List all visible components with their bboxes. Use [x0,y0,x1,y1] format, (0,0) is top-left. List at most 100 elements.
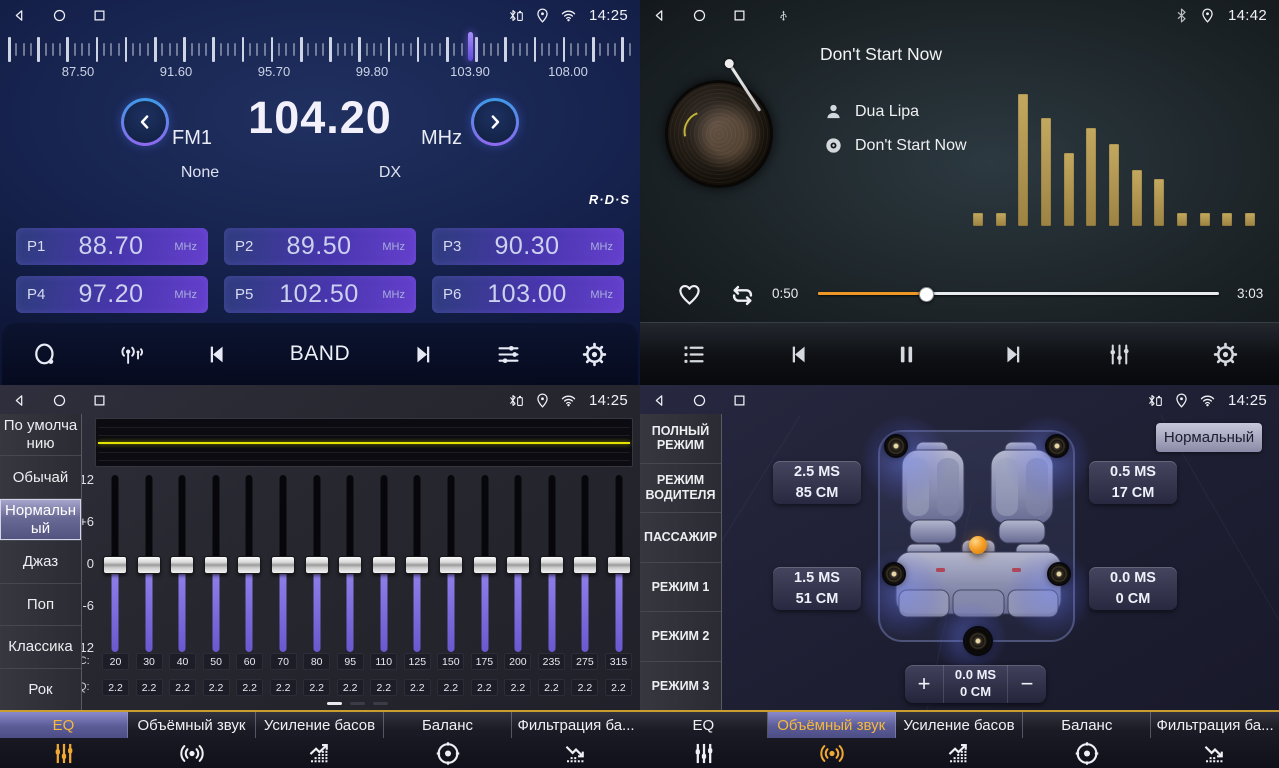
recents-icon[interactable] [92,393,107,408]
q-value-box[interactable]: 2.2 [236,679,263,696]
audio-tab[interactable]: EQ [0,712,128,768]
frequency-ruler[interactable] [8,36,632,63]
q-value-box[interactable]: 2.2 [136,679,163,696]
delay-rear-left-button[interactable]: 1.5 MS 51 CM [773,567,861,610]
scan-icon[interactable] [32,341,59,368]
eq-band-slider[interactable] [505,475,531,652]
progress-bar[interactable] [818,292,1219,295]
fc-value-box[interactable]: 125 [404,653,431,670]
q-value-box[interactable]: 2.2 [337,679,364,696]
fc-value-box[interactable]: 110 [370,653,397,670]
eq-band-slider[interactable] [136,475,162,652]
fc-value-box[interactable]: 60 [236,653,263,670]
slider-knob[interactable] [237,556,261,574]
q-value-box[interactable]: 2.2 [203,679,230,696]
sound-profile-button[interactable]: Нормальный [1156,423,1262,452]
slider-knob[interactable] [540,556,564,574]
fc-value-box[interactable]: 315 [605,653,632,670]
listening-mode-item[interactable]: ПОЛНЫЙ РЕЖИМ [640,414,721,464]
slider-knob[interactable] [372,556,396,574]
slider-knob[interactable] [170,556,194,574]
progress-knob[interactable] [919,287,934,302]
recents-icon[interactable] [732,393,747,408]
audio-tab[interactable]: Баланс [1023,712,1151,768]
audio-tab[interactable]: Баланс [384,712,512,768]
slider-knob[interactable] [305,556,329,574]
eq-preset-item[interactable]: Джаз [0,541,81,583]
pause-icon[interactable] [893,341,920,368]
eq-band-slider[interactable] [606,475,632,652]
slider-knob[interactable] [506,556,530,574]
audio-tab[interactable]: Фильтрация ба... [512,712,640,768]
preset-button[interactable]: P289.50MHz [224,228,416,265]
delay-front-left-button[interactable]: 2.5 MS 85 CM [773,461,861,504]
next-icon[interactable] [999,341,1026,368]
playlist-icon[interactable] [680,341,707,368]
preset-button[interactable]: P6103.00MHz [432,276,624,313]
q-value-box[interactable]: 2.2 [504,679,531,696]
eq-band-slider[interactable] [102,475,128,652]
delay-rear-right-button[interactable]: 0.0 MS 0 CM [1089,567,1177,610]
equalizer-icon[interactable] [1106,341,1133,368]
fc-value-box[interactable]: 150 [437,653,464,670]
home-icon[interactable] [52,8,67,23]
increase-delay-button[interactable]: + [905,665,943,703]
fc-value-box[interactable]: 95 [337,653,364,670]
listening-mode-item[interactable]: РЕЖИМ ВОДИТЕЛЯ [640,464,721,514]
home-icon[interactable] [52,393,67,408]
q-value-box[interactable]: 2.2 [303,679,330,696]
preset-button[interactable]: P497.20MHz [16,276,208,313]
back-icon[interactable] [652,8,667,23]
q-value-box[interactable]: 2.2 [370,679,397,696]
slider-knob[interactable] [405,556,429,574]
home-icon[interactable] [692,393,707,408]
recents-icon[interactable] [732,8,747,23]
q-value-box[interactable]: 2.2 [102,679,129,696]
decrease-delay-button[interactable]: − [1008,665,1046,703]
settings-gear-icon[interactable] [1212,341,1239,368]
previous-icon[interactable] [786,341,813,368]
back-icon[interactable] [12,8,27,23]
album-art-disc[interactable] [665,80,773,188]
audio-tab[interactable]: Объёмный звук [128,712,256,768]
listening-mode-item[interactable]: ПАССАЖИР [640,513,721,563]
fc-value-box[interactable]: 50 [203,653,230,670]
listening-mode-item[interactable]: РЕЖИМ 2 [640,612,721,662]
q-value-box[interactable]: 2.2 [169,679,196,696]
fc-value-box[interactable]: 235 [538,653,565,670]
delay-front-right-button[interactable]: 0.5 MS 17 CM [1089,461,1177,504]
fc-value-box[interactable]: 40 [169,653,196,670]
band-button[interactable]: BAND [290,342,350,366]
eq-band-slider[interactable] [572,475,598,652]
eq-preset-item[interactable]: По умолчанию [0,414,81,456]
eq-preset-item[interactable]: Классика [0,626,81,668]
listening-mode-item[interactable]: РЕЖИМ 1 [640,563,721,613]
q-value-box[interactable]: 2.2 [437,679,464,696]
eq-band-slider[interactable] [236,475,262,652]
recents-icon[interactable] [92,8,107,23]
q-value-box[interactable]: 2.2 [538,679,565,696]
settings-gear-icon[interactable] [581,341,608,368]
home-icon[interactable] [692,8,707,23]
fc-value-box[interactable]: 175 [471,653,498,670]
q-value-box[interactable]: 2.2 [471,679,498,696]
back-icon[interactable] [12,393,27,408]
eq-band-slider[interactable] [404,475,430,652]
previous-icon[interactable] [204,341,231,368]
eq-band-slider[interactable] [270,475,296,652]
q-value-box[interactable]: 2.2 [605,679,632,696]
q-value-box[interactable]: 2.2 [571,679,598,696]
fc-value-box[interactable]: 275 [571,653,598,670]
q-value-box[interactable]: 2.2 [404,679,431,696]
fc-value-box[interactable]: 20 [102,653,129,670]
eq-band-slider[interactable] [371,475,397,652]
q-value-box[interactable]: 2.2 [270,679,297,696]
eq-band-slider[interactable] [304,475,330,652]
audio-tab[interactable]: Усиление басов [896,712,1024,768]
fc-value-box[interactable]: 80 [303,653,330,670]
tune-up-button[interactable] [471,98,519,146]
preset-button[interactable]: P390.30MHz [432,228,624,265]
favorite-heart-icon[interactable] [675,280,704,309]
audio-tab[interactable]: EQ [640,712,768,768]
eq-band-slider[interactable] [169,475,195,652]
